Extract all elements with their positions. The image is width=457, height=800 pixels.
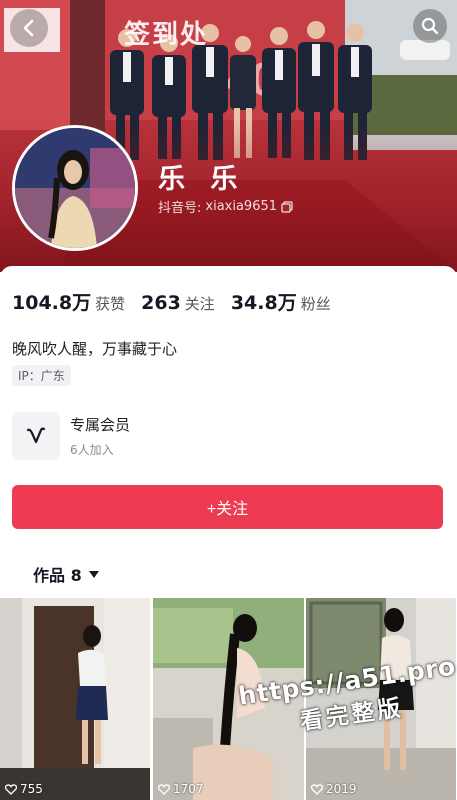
member-title: 专属会员 <box>70 416 131 434</box>
bio: 晚风吹人醒，万事藏于心 <box>12 340 178 358</box>
heart-icon <box>5 783 17 795</box>
video-thumb-image <box>0 598 150 800</box>
video-likes-count: 2019 <box>326 782 357 796</box>
video-likes-count: 1707 <box>173 782 204 796</box>
nickname: 乐 乐 <box>158 164 246 195</box>
stat-followers-label: 粉丝 <box>300 295 331 313</box>
douyin-id-row[interactable]: 抖音号: xiaxia9651 <box>158 197 293 216</box>
video-likes: 1707 <box>158 782 204 796</box>
video-likes: 2019 <box>311 782 357 796</box>
heart-icon <box>158 783 170 795</box>
tab-works[interactable]: 作品 8 <box>33 562 100 586</box>
member-subtitle: 6人加入 <box>70 443 114 457</box>
douyin-id: xiaxia9651 <box>205 199 278 214</box>
stat-likes[interactable]: 104.8万 获赞 <box>12 288 125 315</box>
avatar-photo <box>15 128 135 248</box>
search-button[interactable] <box>413 9 447 43</box>
search-icon <box>421 17 439 35</box>
heart-icon <box>311 783 323 795</box>
works-tab-label: 作品 8 <box>33 566 82 585</box>
stat-following[interactable]: 263 关注 <box>141 292 215 314</box>
stats-row: 104.8万 获赞 263 关注 34.8万 粉丝 <box>12 288 347 315</box>
stat-followers[interactable]: 34.8万 粉丝 <box>231 288 331 315</box>
video-likes-count: 755 <box>20 782 43 796</box>
stat-following-label: 关注 <box>184 295 215 313</box>
avatar[interactable] <box>12 125 138 251</box>
back-icon <box>23 19 34 37</box>
stat-likes-label: 获赞 <box>95 295 126 313</box>
stat-followers-value: 34.8万 <box>230 292 297 314</box>
video-likes: 755 <box>5 782 43 796</box>
stat-following-value: 263 <box>141 292 181 314</box>
back-button[interactable] <box>10 9 48 47</box>
banner-sign: 签到处 <box>124 20 209 50</box>
member-v-icon <box>26 427 46 444</box>
profile-banner: 40 签到处 <box>0 0 457 272</box>
copy-icon[interactable] <box>281 200 293 213</box>
stat-likes-value: 104.8万 <box>12 292 92 314</box>
caret-down-icon <box>88 570 99 578</box>
membership-entry[interactable]: 专属会员 6人加入 <box>12 412 130 460</box>
ip-tag: IP：广东 <box>12 365 71 386</box>
follow-button[interactable]: +关注 <box>12 485 443 529</box>
video-thumb[interactable]: 755 <box>0 598 151 800</box>
member-icon-box <box>12 412 60 460</box>
douyin-id-label: 抖音号: <box>158 201 202 216</box>
